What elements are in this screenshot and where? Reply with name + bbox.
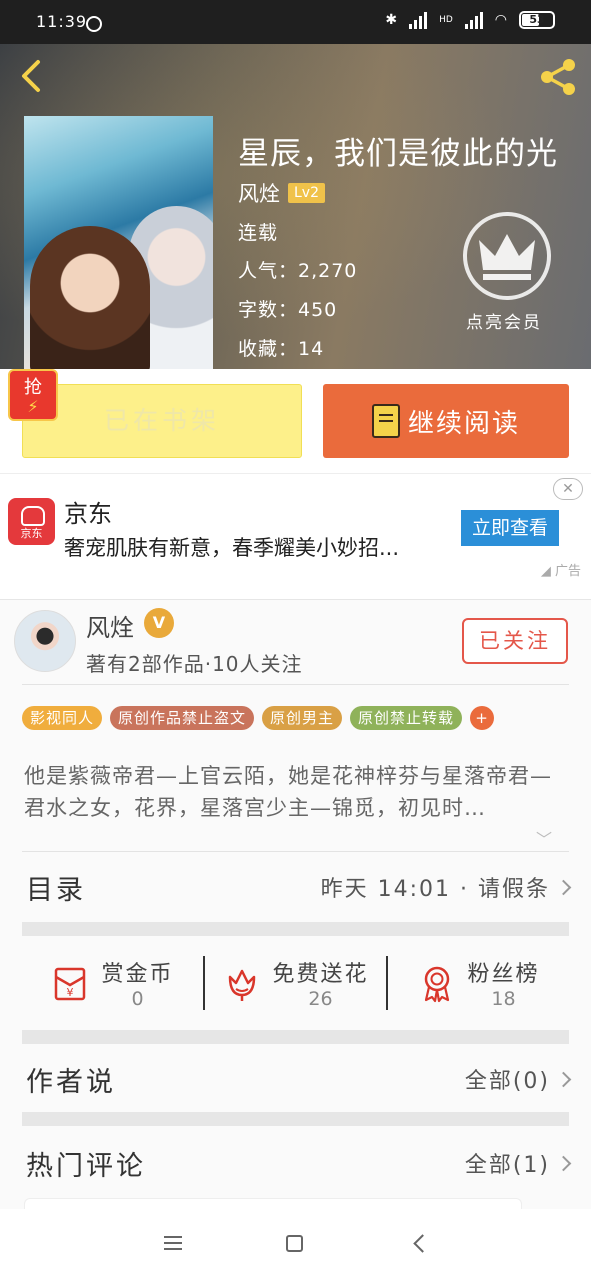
author-says-link-text: 全部(0): [464, 1069, 550, 1094]
hot-comments-label: 热门评论: [26, 1150, 146, 1182]
svg-text:¥: ¥: [67, 986, 74, 999]
menu-icon[interactable]: [164, 1236, 182, 1250]
signal-icon: [409, 11, 428, 29]
book-author[interactable]: 风烇: [238, 178, 280, 208]
book-cover[interactable]: [24, 116, 213, 369]
section-gap: [22, 922, 569, 936]
continue-reading-label: 继续阅读: [407, 408, 520, 439]
hot-comments-link[interactable]: 全部(1): [464, 1147, 572, 1179]
free-flowers-text: 免费送花 26: [272, 956, 368, 1010]
grab-red-packet-badge[interactable]: 抢 ⚡: [8, 369, 58, 421]
stat-label: 粉丝榜: [467, 962, 540, 987]
tag-item[interactable]: 影视同人: [22, 706, 103, 730]
author-says-label: 作者说: [26, 1066, 116, 1098]
stat-value: 18: [491, 988, 516, 1010]
divider: [22, 851, 569, 852]
cover-figure-left: [30, 226, 150, 369]
tag-list: 影视同人 原创作品禁止盗文 原创男主 原创禁止转载 +: [22, 706, 495, 730]
medal-icon: [425, 966, 450, 1003]
toc-latest-text: 昨天 14:01 · 请假条: [320, 877, 550, 902]
in-bookshelf-button[interactable]: 已在书架: [22, 384, 302, 458]
stat-label: 赏金币: [101, 962, 174, 987]
back-icon[interactable]: [413, 1234, 432, 1253]
ad-label-text: 广告: [554, 564, 581, 579]
more-tags-button[interactable]: +: [470, 706, 495, 730]
tag-item[interactable]: 原创男主: [262, 706, 343, 730]
author-says-link[interactable]: 全部(0): [464, 1063, 572, 1095]
hot-comments-row[interactable]: 热门评论 全部(1): [22, 1130, 572, 1196]
author-name[interactable]: 风烇: [86, 608, 134, 643]
membership-crown-icon[interactable]: [463, 212, 551, 300]
ad-close-button[interactable]: ✕: [553, 478, 583, 500]
action-bar: 抢 ⚡ 已在书架 继续阅读: [0, 369, 591, 473]
verified-badge-icon: V: [144, 608, 174, 638]
grab-badge-label: 抢: [24, 377, 42, 398]
free-flowers-button[interactable]: 免费送花 26: [203, 956, 386, 1010]
toc-label: 目录: [26, 874, 86, 906]
signal-icon-2: [464, 11, 483, 29]
red-envelope-icon: ¥: [55, 967, 86, 1001]
flower-icon: [229, 969, 256, 1001]
ad-view-button[interactable]: 立即查看: [461, 510, 559, 546]
alarm-icon: [86, 16, 102, 32]
battery-icon: 53: [519, 11, 555, 29]
ad-banner[interactable]: 京东 京东 奢宠肌肤有新意，春季耀美小妙招... 立即查看 ✕ ◢ 广告: [0, 473, 591, 599]
network-type-label: HD: [439, 15, 453, 25]
share-icon[interactable]: [537, 56, 579, 98]
fan-ranking-text: 粉丝榜 18: [467, 956, 539, 1010]
section-gap: [22, 1112, 569, 1126]
section-gap: [22, 1030, 569, 1044]
stat-value: 0: [131, 988, 144, 1010]
back-arrow-icon[interactable]: [14, 58, 50, 94]
author-level-badge: Lv2: [288, 183, 325, 203]
lightning-icon: ⚡: [27, 397, 39, 416]
status-icons: ✱ HD ◠ 53: [385, 11, 555, 29]
stat-value: 26: [308, 988, 333, 1010]
stats-bar: ¥ 赏金币 0 免费送花 26 粉丝榜 18: [22, 936, 569, 1030]
book-header: 星辰，我们是彼此的光 风烇 Lv2 连载 人气：2,270 字数：450 收藏：…: [0, 44, 591, 369]
chevron-right-icon: [555, 1071, 572, 1087]
book-title: 星辰，我们是彼此的光: [238, 136, 558, 172]
chevron-right-icon: [555, 879, 572, 895]
book-popularity: 人气：2,270: [238, 260, 358, 282]
ad-label: ◢ 广告: [540, 564, 581, 579]
stat-label: 免费送花: [272, 962, 369, 987]
wifi-icon: ◠: [494, 12, 507, 28]
reward-coins-button[interactable]: ¥ 赏金币 0: [22, 956, 203, 1010]
bluetooth-icon: ✱: [385, 12, 398, 28]
book-status: 连载: [238, 222, 279, 244]
home-icon[interactable]: [286, 1235, 303, 1252]
author-avatar[interactable]: [14, 610, 76, 672]
book-favorites: 收藏：14: [238, 338, 325, 360]
toc-row[interactable]: 目录 昨天 14:01 · 请假条: [22, 854, 572, 920]
chevron-right-icon: [555, 1155, 572, 1171]
tag-item[interactable]: 原创禁止转载: [350, 706, 463, 730]
ad-title: 京东: [64, 500, 112, 528]
ad-description: 奢宠肌肤有新意，春季耀美小妙招...: [64, 536, 400, 560]
battery-level: 53: [529, 13, 545, 26]
book-detail-card: 风烇 V 著有2部作品·10人关注 已关注 影视同人 原创作品禁止盗文 原创男主…: [0, 599, 591, 1218]
book-icon: [371, 404, 400, 438]
book-word-count: 字数：450: [238, 299, 338, 321]
author-stats: 著有2部作品·10人关注: [86, 652, 303, 676]
follow-button[interactable]: 已关注: [462, 618, 568, 664]
divider: [22, 684, 569, 685]
fan-ranking-button[interactable]: 粉丝榜 18: [386, 956, 569, 1010]
system-nav-bar: [0, 1209, 591, 1280]
status-time: 11:39: [36, 12, 88, 31]
membership-label[interactable]: 点亮会员: [466, 308, 542, 333]
status-bar: 11:39 ✱ HD ◠ 53: [0, 0, 591, 44]
reward-coins-text: 赏金币 0: [101, 956, 173, 1010]
jd-logo-icon: 京东: [8, 498, 55, 545]
author-row: 风烇 Lv2: [238, 178, 325, 208]
toc-latest: 昨天 14:01 · 请假条: [320, 871, 572, 903]
hot-comments-link-text: 全部(1): [464, 1153, 550, 1178]
book-summary[interactable]: 他是紫薇帝君—上官云陌，她是花神梓芬与星落帝君—君水之女，花界，星落宫少主—锦觅…: [24, 760, 564, 824]
author-says-row[interactable]: 作者说 全部(0): [22, 1046, 572, 1112]
continue-reading-button[interactable]: 继续阅读: [323, 384, 569, 458]
tag-item[interactable]: 原创作品禁止盗文: [110, 706, 255, 730]
expand-chevron-icon[interactable]: ﹀: [536, 826, 552, 850]
